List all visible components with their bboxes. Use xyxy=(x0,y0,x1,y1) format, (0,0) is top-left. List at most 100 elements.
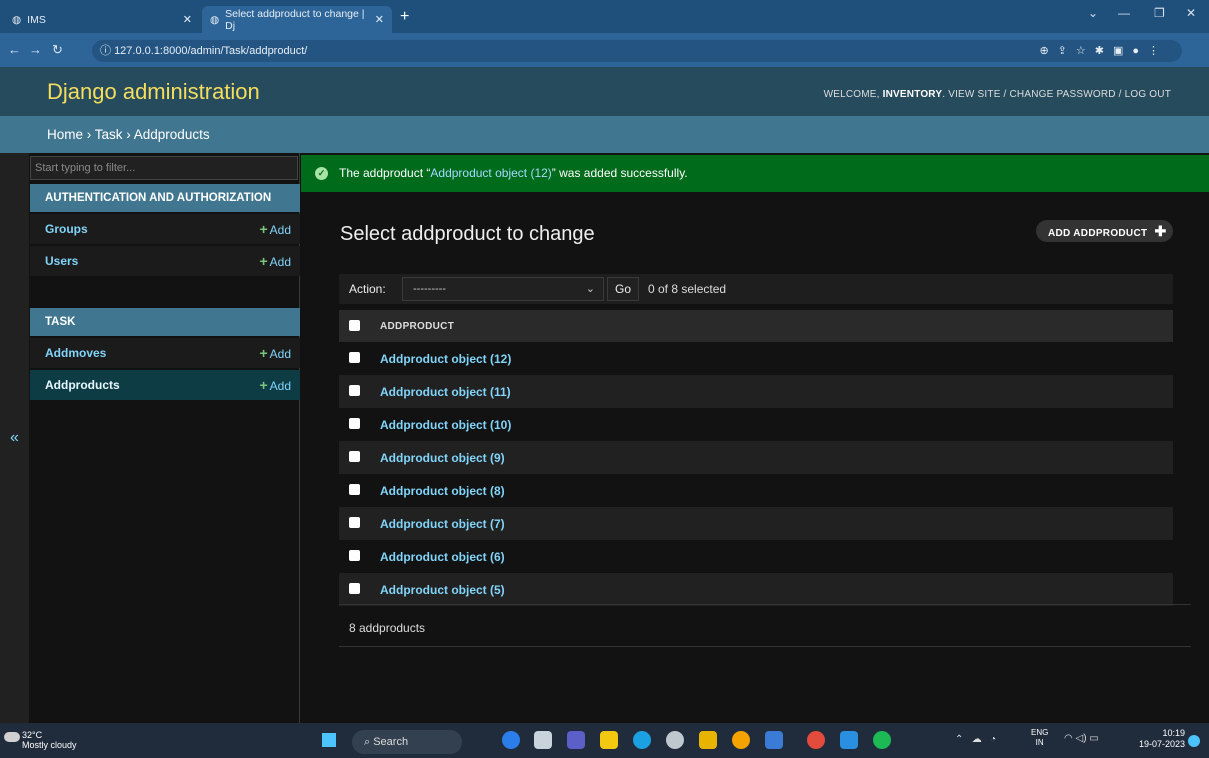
add-label[interactable]: Add xyxy=(270,223,291,237)
go-button[interactable]: Go xyxy=(607,277,639,301)
add-addmoves-link[interactable]: + Add xyxy=(259,338,291,369)
add-groups-link[interactable]: + Add xyxy=(259,214,291,245)
new-tab-button[interactable]: + xyxy=(400,8,409,26)
add-label[interactable]: Add xyxy=(270,347,291,361)
toolbar-icons[interactable]: ⊕⇪☆✱▣●⋮ xyxy=(1039,40,1168,62)
welcome-text: WELCOME, xyxy=(823,89,880,100)
username: INVENTORY xyxy=(882,89,943,100)
browser-tab-active[interactable]: ◍ Select addproduct to change | Dj ✕ xyxy=(202,6,392,33)
cloud-icon[interactable] xyxy=(4,732,20,742)
search-icon: ⌕ xyxy=(364,736,374,748)
table-row: Addproduct object (6) xyxy=(339,540,1173,573)
module-caption-task[interactable]: TASK xyxy=(30,308,300,336)
table-row: Addproduct object (11) xyxy=(339,375,1173,408)
row-link[interactable]: Addproduct object (11) xyxy=(380,385,511,399)
tab-search-icon[interactable]: ⌄ xyxy=(1088,6,1098,20)
breadcrumb[interactable]: Home › Task › Addproducts xyxy=(0,116,1209,153)
search-label: Search xyxy=(373,736,409,748)
row-link[interactable]: Addproduct object (10) xyxy=(380,418,511,432)
add-label[interactable]: Add xyxy=(270,255,291,269)
module-caption-auth[interactable]: AUTHENTICATION AND AUTHORIZATION xyxy=(30,184,300,212)
system-tray[interactable]: ⌃ ☁ ◔ xyxy=(955,734,996,745)
add-addproducts-link[interactable]: + Add xyxy=(259,370,291,401)
row-link[interactable]: Addproduct object (6) xyxy=(380,550,505,564)
user-links[interactable]: VIEW SITE / CHANGE PASSWORD / LOG OUT xyxy=(948,89,1171,100)
notification-icon[interactable] xyxy=(1188,735,1200,747)
teams-icon[interactable] xyxy=(567,731,585,749)
lang-line2: IN xyxy=(1035,738,1044,747)
row-link[interactable]: Addproduct object (8) xyxy=(380,484,505,498)
message-object-link[interactable]: Addproduct object (12) xyxy=(430,166,551,180)
paginator: 8 addproducts xyxy=(349,621,426,635)
chrome-icon[interactable] xyxy=(807,731,825,749)
dell-icon[interactable] xyxy=(666,731,684,749)
plus-icon: + xyxy=(259,345,268,361)
row-checkbox[interactable] xyxy=(349,451,360,462)
row-link[interactable]: Addproduct object (5) xyxy=(380,583,505,597)
task-view-icon[interactable] xyxy=(534,731,552,749)
sidebar-item-addmoves[interactable]: Addmoves + Add xyxy=(30,338,300,368)
windows-start-icon[interactable] xyxy=(322,733,336,747)
back-icon[interactable]: ← xyxy=(8,42,21,57)
sidebar-item-label[interactable]: Users xyxy=(45,254,78,268)
row-checkbox[interactable] xyxy=(349,418,360,429)
file-explorer-icon[interactable] xyxy=(600,731,618,749)
store-icon[interactable] xyxy=(699,731,717,749)
calendar-icon[interactable] xyxy=(765,731,783,749)
edge-icon[interactable] xyxy=(633,731,651,749)
forward-icon[interactable]: → xyxy=(29,42,42,57)
close-tab-icon[interactable]: ✕ xyxy=(375,13,384,26)
table-header xyxy=(339,310,1173,342)
plus-icon: + xyxy=(259,221,268,237)
add-label[interactable]: Add xyxy=(270,379,291,393)
url-field[interactable]: ⓘ 127.0.0.1:8000/admin/Task/addproduct/ … xyxy=(92,40,1182,62)
column-header-addproduct[interactable]: ADDPRODUCT xyxy=(380,321,454,332)
divider xyxy=(339,646,1191,647)
clock[interactable]: 10:19 19-07-2023 xyxy=(1125,728,1185,750)
close-tab-icon[interactable]: ✕ xyxy=(183,13,192,26)
message-prefix: The addproduct “ xyxy=(339,166,431,180)
site-branding[interactable]: Django administration xyxy=(47,79,260,105)
sidebar-item-users[interactable]: Users + Add xyxy=(30,246,300,276)
wifi-volume-battery-icons[interactable]: ◠ ◁) ▭ xyxy=(1064,733,1099,744)
taskbar-search[interactable]: ⌕ Search xyxy=(352,730,462,754)
row-checkbox[interactable] xyxy=(349,385,360,396)
row-checkbox[interactable] xyxy=(349,583,360,594)
check-circle-icon: ✓ xyxy=(315,167,328,180)
row-checkbox[interactable] xyxy=(349,484,360,495)
add-users-link[interactable]: + Add xyxy=(259,246,291,277)
bing-icon[interactable] xyxy=(502,731,520,749)
add-button-label[interactable]: ADD ADDPRODUCT xyxy=(1048,228,1147,239)
nav-filter-input[interactable]: Start typing to filter... xyxy=(30,156,298,180)
collapse-icon[interactable]: « xyxy=(10,429,19,447)
weather-widget[interactable]: 32°C Mostly cloudy xyxy=(22,730,77,750)
row-checkbox[interactable] xyxy=(349,352,360,363)
restore-icon[interactable]: ❐ xyxy=(1154,6,1165,20)
row-checkbox[interactable] xyxy=(349,550,360,561)
row-link[interactable]: Addproduct object (12) xyxy=(380,352,511,366)
sidebar-item-groups[interactable]: Groups + Add xyxy=(30,214,300,244)
sidebar-toggle[interactable]: « xyxy=(0,153,29,723)
minimize-icon[interactable]: — xyxy=(1118,6,1130,20)
tab-label: IMS xyxy=(27,13,46,26)
sidebar-item-label[interactable]: Addmoves xyxy=(45,346,106,360)
reload-icon[interactable]: ↻ xyxy=(52,42,63,58)
sidebar-item-label[interactable]: Addproducts xyxy=(45,378,120,392)
app-icon[interactable] xyxy=(732,731,750,749)
browser-tab-ims[interactable]: ◍ IMS ✕ xyxy=(4,6,200,33)
plus-icon: ✚ xyxy=(1154,223,1167,239)
action-select[interactable]: --------- ⌄ xyxy=(402,277,604,301)
spotify-icon[interactable] xyxy=(873,731,891,749)
sidebar-item-label[interactable]: Groups xyxy=(45,222,88,236)
select-all-checkbox[interactable] xyxy=(349,320,360,331)
table-row: Addproduct object (9) xyxy=(339,441,1173,474)
row-link[interactable]: Addproduct object (9) xyxy=(380,451,505,465)
add-addproduct-button[interactable]: ADD ADDPRODUCT ✚ xyxy=(1036,220,1173,242)
row-checkbox[interactable] xyxy=(349,517,360,528)
vscode-icon[interactable] xyxy=(840,731,858,749)
user-tools: WELCOME, INVENTORY. VIEW SITE / CHANGE P… xyxy=(823,89,1171,100)
sidebar-item-addproducts[interactable]: Addproducts + Add xyxy=(30,370,300,400)
language-indicator[interactable]: ENG IN xyxy=(1031,728,1048,748)
row-link[interactable]: Addproduct object (7) xyxy=(380,517,505,531)
close-window-icon[interactable]: ✕ xyxy=(1186,6,1196,20)
